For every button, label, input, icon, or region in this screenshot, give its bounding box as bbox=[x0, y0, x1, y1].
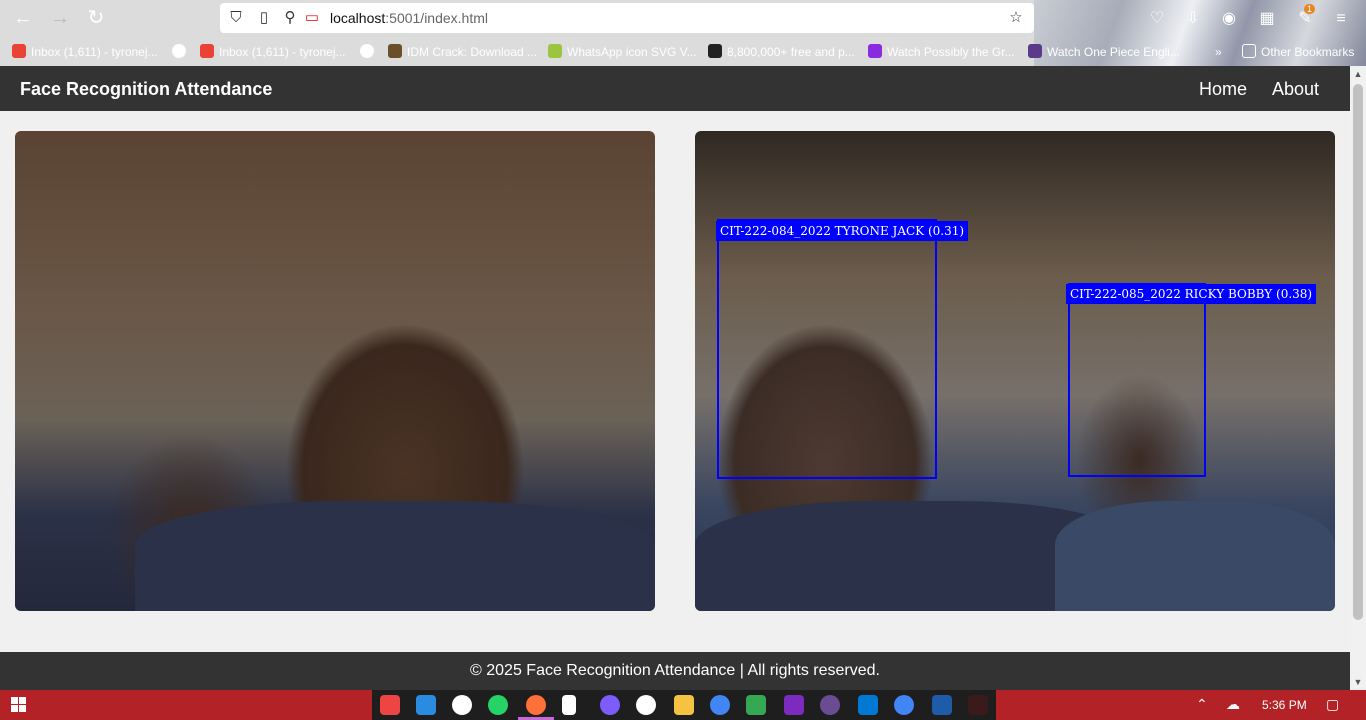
bookmark-item[interactable]: Watch One Piece Engli... bbox=[1028, 44, 1180, 60]
permissions-icon[interactable]: ⚲ bbox=[280, 8, 300, 28]
bookmark-star-icon[interactable]: ☆ bbox=[1006, 8, 1026, 28]
browser-chrome: ← → ↻ ⛉ ▯ ⚲ ▭ localhost:5001/index.html … bbox=[0, 0, 1366, 66]
face-bounding-box bbox=[717, 219, 937, 479]
bookmark-item[interactable] bbox=[360, 44, 379, 60]
media-player-icon[interactable] bbox=[784, 695, 804, 715]
taskbar-clock[interactable]: 5:36 PM bbox=[1262, 698, 1307, 712]
forward-icon[interactable]: → bbox=[47, 6, 73, 30]
face-bounding-box bbox=[1068, 283, 1206, 477]
recognized-camera-feed: CIT-222-084_2022 TYRONE JACK (0.31) CIT-… bbox=[695, 131, 1335, 611]
tray-expand-icon[interactable]: ⌃ bbox=[1196, 696, 1208, 713]
bookmark-item[interactable] bbox=[172, 44, 191, 60]
downloads-icon[interactable]: ⇩ bbox=[1182, 8, 1204, 30]
nav-about[interactable]: About bbox=[1272, 79, 1319, 100]
bookmark-item[interactable]: Inbox (1,611) - tyronej... bbox=[200, 44, 346, 60]
figma-icon[interactable] bbox=[380, 695, 400, 715]
gmail-icon bbox=[12, 44, 26, 58]
chrome-icon bbox=[172, 44, 186, 58]
bookmark-item[interactable]: 8,800,000+ free and p... bbox=[708, 44, 855, 60]
notifications-icon[interactable]: ▢ bbox=[1326, 696, 1339, 713]
game-app-icon[interactable] bbox=[820, 695, 840, 715]
terminal-icon[interactable] bbox=[932, 695, 952, 715]
play-store-icon[interactable] bbox=[746, 695, 766, 715]
freepik-icon bbox=[708, 44, 722, 58]
url-bar[interactable]: ⛉ ▯ ⚲ ▭ localhost:5001/index.html ☆ bbox=[220, 3, 1034, 33]
bookmark-item[interactable]: IDM Crack: Download ... bbox=[388, 44, 537, 60]
store-icon[interactable] bbox=[858, 695, 878, 715]
taskbar-apps bbox=[372, 690, 996, 720]
page-scrollbar[interactable]: ▲ ▼ bbox=[1350, 66, 1366, 690]
circle-app-icon[interactable] bbox=[600, 695, 620, 715]
gmail-icon bbox=[200, 44, 214, 58]
bookmark-item[interactable]: Watch Possibly the Gr... bbox=[868, 44, 1015, 60]
chrome-icon[interactable] bbox=[710, 695, 730, 715]
onedrive-icon[interactable]: ☁ bbox=[1226, 696, 1240, 713]
page-footer: © 2025 Face Recognition Attendance | All… bbox=[0, 652, 1350, 690]
back-icon[interactable]: ← bbox=[10, 6, 36, 30]
url-text[interactable]: localhost:5001/index.html bbox=[330, 10, 488, 26]
github-icon[interactable] bbox=[452, 695, 472, 715]
nav-home[interactable]: Home bbox=[1199, 79, 1247, 100]
menu-icon[interactable]: ≡ bbox=[1330, 8, 1352, 30]
chrome-profile-icon[interactable] bbox=[894, 695, 914, 715]
bookmark-item[interactable]: WhatsApp icon SVG V... bbox=[548, 44, 697, 60]
shield-icon[interactable]: ⛉ bbox=[226, 8, 246, 28]
whatsapp-icon[interactable] bbox=[488, 695, 508, 715]
browser-toolbar: ← → ↻ ⛉ ▯ ⚲ ▭ localhost:5001/index.html … bbox=[0, 0, 1366, 66]
bookmark-item[interactable]: Inbox (1,611) - tyronej... bbox=[12, 44, 158, 60]
face-label: CIT-222-084_2022 TYRONE JACK (0.31) bbox=[716, 221, 969, 241]
whatsapp-svg-icon bbox=[548, 44, 562, 58]
vscode-icon[interactable] bbox=[416, 695, 436, 715]
account-icon[interactable]: ◉ bbox=[1218, 8, 1240, 30]
page-icon: ▯ bbox=[259, 9, 269, 26]
raw-camera-feed bbox=[15, 131, 655, 611]
windows-logo-icon bbox=[19, 697, 26, 704]
steam-icon[interactable] bbox=[636, 695, 656, 715]
bookmarks-bar: Inbox (1,611) - tyronej... Inbox (1,611)… bbox=[0, 38, 1366, 66]
windows-logo-icon bbox=[11, 705, 18, 712]
extensions-icon[interactable]: ▦ bbox=[1256, 8, 1278, 30]
windows-logo-icon bbox=[19, 705, 26, 712]
mask-app-icon[interactable] bbox=[968, 695, 988, 715]
windows-taskbar: ⌃ ☁ 5:36 PM ▢ bbox=[0, 690, 1366, 720]
reload-icon[interactable]: ↻ bbox=[83, 6, 109, 30]
camera-sharing-icon[interactable]: ▭ bbox=[302, 8, 322, 28]
play-icon bbox=[868, 44, 882, 58]
downloads-badge: 1 bbox=[1304, 4, 1316, 14]
start-button[interactable] bbox=[0, 690, 36, 720]
file-explorer-icon[interactable] bbox=[674, 695, 694, 715]
app-title[interactable]: Face Recognition Attendance bbox=[20, 79, 272, 100]
person-shirt bbox=[135, 501, 655, 611]
scroll-down-icon[interactable]: ▼ bbox=[1350, 674, 1366, 690]
scroll-up-icon[interactable]: ▲ bbox=[1350, 66, 1366, 82]
pocket-icon[interactable]: ♡ bbox=[1146, 8, 1168, 30]
face-label: CIT-222-085_2022 RICKY BOBBY (0.38) bbox=[1066, 284, 1317, 304]
app-header: Face Recognition Attendance Home About bbox=[0, 66, 1350, 111]
firefox-icon[interactable] bbox=[526, 695, 546, 715]
anime-site-icon bbox=[1028, 44, 1042, 58]
scrollbar-thumb[interactable] bbox=[1353, 84, 1363, 620]
folder-icon bbox=[1242, 44, 1256, 58]
chrome-icon bbox=[360, 44, 374, 58]
idm-icon bbox=[388, 44, 402, 58]
bookmarks-overflow-icon[interactable]: » bbox=[1215, 44, 1233, 60]
windows-logo-icon bbox=[11, 697, 18, 704]
other-bookmarks[interactable]: Other Bookmarks bbox=[1242, 44, 1354, 60]
person-shirt bbox=[1055, 501, 1335, 611]
notepad-icon[interactable] bbox=[562, 695, 576, 715]
